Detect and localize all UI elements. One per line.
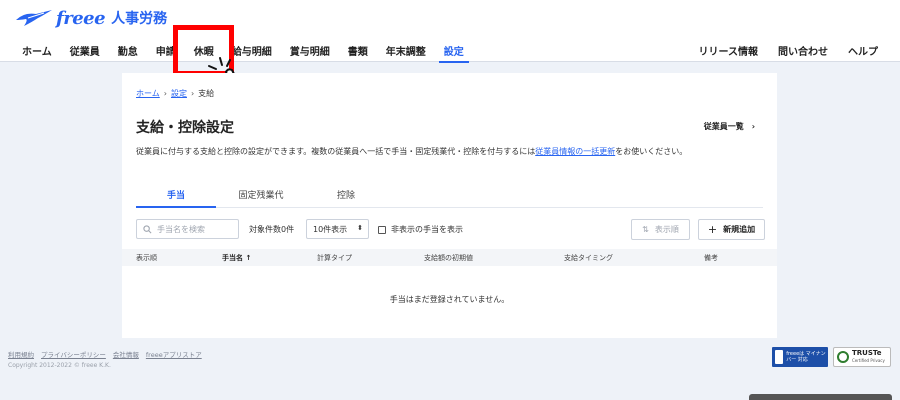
nav-release-info[interactable]: リリース情報 [689,38,769,62]
copyright: Copyright 2012-2022 © freee K.K. [8,362,111,369]
nav-contact[interactable]: 問い合わせ [768,38,838,62]
chevron-right-icon: › [163,89,167,98]
show-hidden-label: 非表示の手当を表示 [391,225,463,234]
add-new-button[interactable]: + 新規追加 [698,219,765,240]
freee-bird-icon [16,10,52,26]
footer-privacy-link[interactable]: プライバシーポリシー [41,349,106,359]
nav-bonus-slips[interactable]: 賞与明細 [281,38,339,62]
breadcrumb-current: 支給 [198,89,215,98]
nav-attendance[interactable]: 勤怠 [109,38,147,62]
utility-nav: リリース情報 問い合わせ ヘルプ [689,38,889,62]
nav-employees[interactable]: 従業員 [61,38,109,62]
plus-icon: + [707,223,718,236]
footer-links: 利用規約 プライバシーポリシー 会社情報 freeeアプリストア [8,349,202,359]
column-notes: 備考 [704,254,718,262]
logo-product: 人事労務 [111,11,168,27]
settings-card: ホーム › 設定 › 支給 支給・控除設定 従業員一覧 › 従業員に付与する支給… [122,73,777,338]
page-description: 従業員に付与する支給と控除の設定ができます。複数の従業員へ一括で手当・固定残業代… [136,146,696,157]
employee-list-link[interactable]: 従業員一覧 › [704,121,755,132]
breadcrumb: ホーム › 設定 › 支給 [136,88,214,99]
chevron-right-icon: › [190,89,195,98]
description-text-end: をお使いください。 [615,147,688,156]
tab-fixed-overtime[interactable]: 固定残業代 [216,188,306,207]
description-text: 従業員に付与する支給と控除の設定ができます。複数の従業員へ一括で手当・固定残業代… [136,147,536,156]
breadcrumb-home[interactable]: ホーム [136,88,160,99]
sort-order-label: 表示順 [654,225,679,234]
mynumber-icon [775,350,784,364]
sort-up-icon: ↑ [245,254,252,262]
result-count: 対象件数0件 [249,225,295,234]
footer-terms-link[interactable]: 利用規約 [8,349,34,359]
logo-brand: freee [56,7,106,29]
nav-settings[interactable]: 設定 [435,38,473,63]
search-icon [143,224,152,233]
employee-list-label: 従業員一覧 [703,122,744,131]
column-payment-timing: 支給タイミング [564,254,613,262]
show-hidden-checkbox[interactable] [378,225,386,234]
list-toolbar: 対象件数0件 10件表示 ⬍ 非表示の手当を表示 ⇅ 表示順 + 新規追加 [136,219,765,241]
mynumber-badge[interactable]: freeeは マイナンバー 対応 [772,347,828,367]
tab-deductions[interactable]: 控除 [306,188,386,207]
search-box [136,219,239,239]
app-logo[interactable]: freee 人事労務 [14,6,167,30]
column-calc-type: 計算タイプ [317,254,352,262]
truste-name: TRUSTe [852,349,882,357]
sort-arrows-icon: ⇅ [642,225,649,234]
mynumber-badge-text: freeeは マイナンバー 対応 [786,351,826,363]
nav-help[interactable]: ヘルプ [838,38,888,62]
nav-home[interactable]: ホーム [14,38,61,62]
tab-bar: 手当 固定残業代 控除 [136,188,763,208]
column-display-order: 表示順 [136,254,157,262]
column-default-amount: 支給額の初期値 [424,254,473,262]
nav-year-end-adjustment[interactable]: 年末調整 [377,38,435,62]
global-header: freee 人事労務 ホーム 従業員 勤怠 申請 休暇 給与明細 賞与明細 書類… [0,0,900,63]
nav-requests[interactable]: 申請 [147,38,185,62]
empty-state-message: 手当はまだ登録されていません。 [389,295,510,304]
breadcrumb-settings[interactable]: 設定 [171,88,187,99]
search-input[interactable] [157,224,235,234]
column-allowance-name-label: 手当名 [222,254,243,262]
show-hidden-toggle[interactable]: 非表示の手当を表示 [378,224,463,235]
truste-sub: Certified Privacy [852,358,885,363]
page-size-value: 10件表示 [313,224,348,234]
column-allowance-name[interactable]: 手当名 ↑ [222,253,251,263]
add-new-label: 新規追加 [723,225,756,234]
page-size-select[interactable]: 10件表示 ⬍ [306,219,369,239]
page-title: 支給・控除設定 [136,120,234,136]
truste-badge-text: TRUSTe Certified Privacy [852,350,885,364]
footer-company-link[interactable]: 会社情報 [113,349,139,359]
sort-order-button[interactable]: ⇅ 表示順 [631,219,690,240]
footer-appstore-link[interactable]: freeeアプリストア [146,349,202,359]
truste-badge[interactable]: TRUSTe Certified Privacy [833,347,891,367]
nav-documents[interactable]: 書類 [339,38,377,62]
truste-check-icon [837,351,849,363]
bulk-update-link[interactable]: 従業員情報の一括更新 [535,147,615,156]
chevron-right-icon: › [751,122,755,131]
bottom-overlay-bar [749,394,892,400]
tab-allowances[interactable]: 手当 [136,188,216,208]
table-header: 表示順 手当名 ↑ 計算タイプ 支給額の初期値 支給タイミング 備考 [122,249,777,266]
select-arrows-icon: ⬍ [357,224,363,232]
